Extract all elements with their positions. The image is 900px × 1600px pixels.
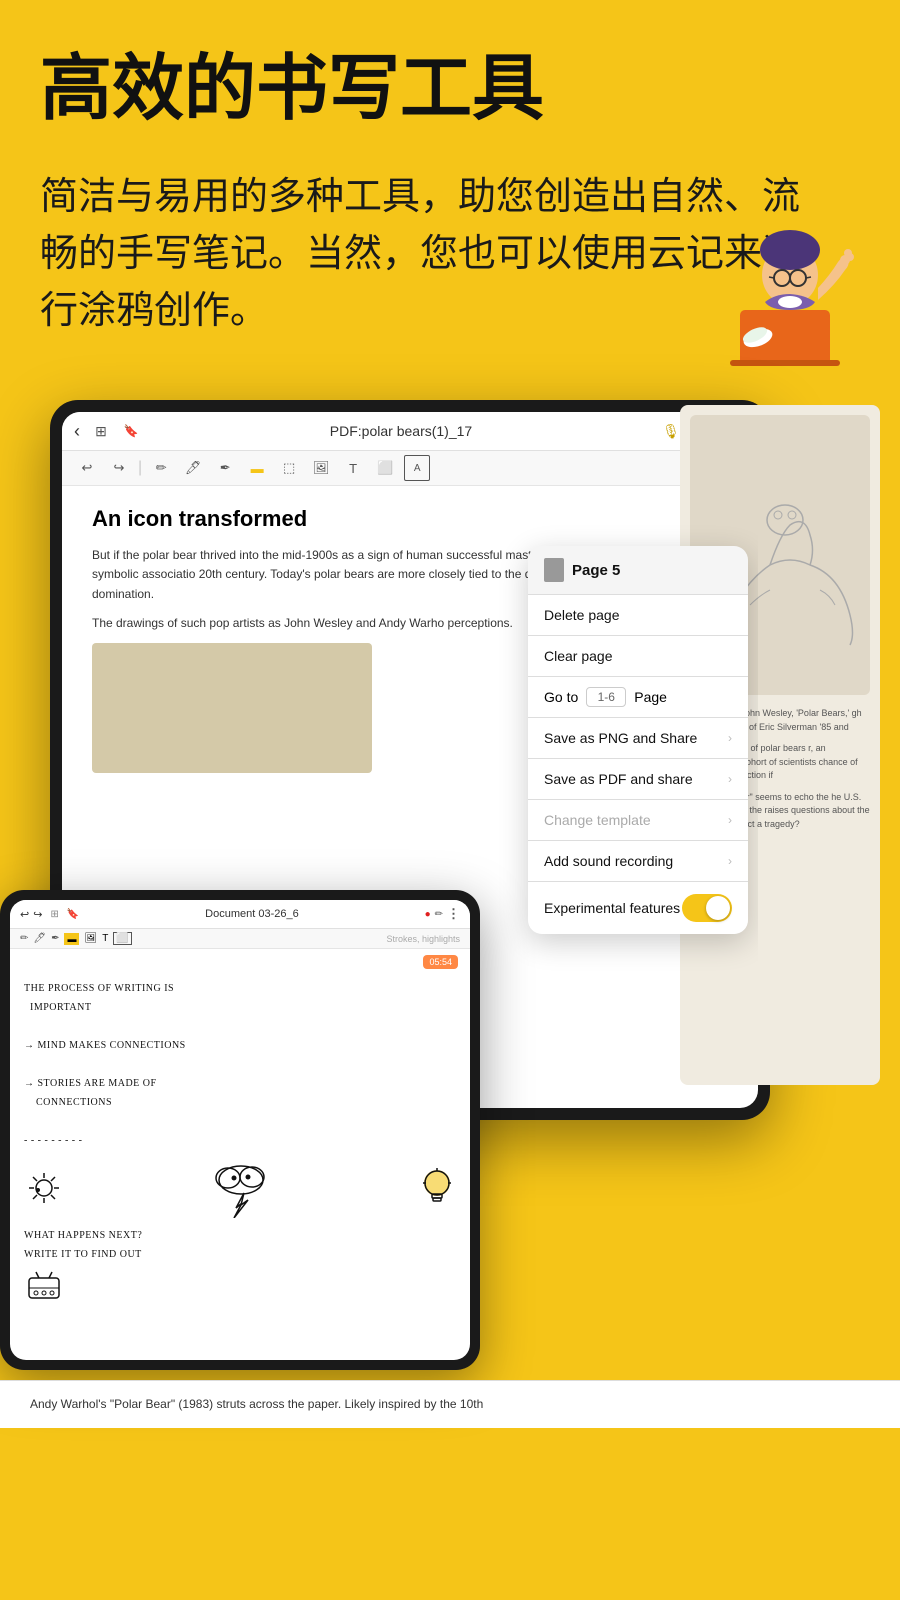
- text-tool[interactable]: T: [340, 455, 366, 481]
- small-pen[interactable]: 🖊: [33, 933, 46, 944]
- experimental-toggle[interactable]: [682, 894, 732, 922]
- change-template-label: Change template: [544, 812, 651, 828]
- article-title: An icon transformed: [92, 506, 728, 532]
- cloud-lightning-doodle: [206, 1158, 276, 1218]
- strokes-label: Strokes, highlights: [386, 934, 460, 944]
- drawing-toolbar: ↩ ↪ | ✏ 🖊 ✒ ▬ ⬚ 🖼 T ⬜ A: [62, 451, 758, 486]
- small-shapes[interactable]: ⬜: [113, 932, 131, 945]
- add-sound-label: Add sound recording: [544, 853, 673, 869]
- document-image: [92, 643, 372, 773]
- context-menu-header: Page 5: [528, 546, 748, 595]
- add-sound-chevron: ›: [728, 854, 732, 868]
- selection-tool[interactable]: ⬚: [276, 455, 302, 481]
- toolbar-left-icons: ⊞ 🔖: [90, 420, 142, 442]
- pencil-tool[interactable]: ✏: [148, 455, 174, 481]
- image-tool[interactable]: 🖼: [308, 455, 334, 481]
- grid-icon[interactable]: ⊞: [90, 420, 112, 442]
- small-back-icon[interactable]: ↩: [20, 908, 29, 921]
- highlighter-tool[interactable]: ▬: [244, 455, 270, 481]
- small-marker[interactable]: ✒: [51, 933, 59, 944]
- experimental-label: Experimental features: [544, 900, 680, 916]
- experimental-features-menu-item[interactable]: Experimental features: [528, 882, 748, 934]
- save-pdf-label: Save as PDF and share: [544, 771, 693, 787]
- bottom-strip: Andy Warhol's "Polar Bear" (1983) struts…: [0, 1380, 900, 1428]
- main-toolbar: ‹ ⊞ 🔖 PDF:polar bears(1)_17 🎙 ✏ ⋮: [62, 412, 758, 451]
- bookmark-icon[interactable]: 🔖: [120, 420, 142, 442]
- textbox-tool[interactable]: A: [404, 455, 430, 481]
- small-tablet: ↩ ↪ ⊞ 🔖 Document 03-26_6 ● ✏ ⋮ ✏ 🖊 ✒ ▬: [0, 890, 480, 1370]
- delete-page-label: Delete page: [544, 607, 620, 623]
- save-pdf-chevron: ›: [728, 772, 732, 786]
- sun-doodle: [24, 1168, 64, 1208]
- small-pencil[interactable]: ✏: [20, 933, 28, 944]
- toggle-knob: [706, 896, 730, 920]
- delete-page-menu-item[interactable]: Delete page: [528, 595, 748, 636]
- tablets-area: ‹ ⊞ 🔖 PDF:polar bears(1)_17 🎙 ✏ ⋮ ↩: [0, 400, 900, 1400]
- save-png-menu-item[interactable]: Save as PNG and Share ›: [528, 718, 748, 759]
- save-png-chevron: ›: [728, 731, 732, 745]
- lightbulb-doodle: [418, 1166, 456, 1211]
- page-icon: [544, 558, 564, 582]
- change-template-menu-item[interactable]: Change template ›: [528, 800, 748, 841]
- character-illustration: [680, 170, 880, 395]
- timer-badge: 05:54: [423, 955, 458, 969]
- small-highlighter[interactable]: ▬: [64, 933, 79, 945]
- mic-icon[interactable]: 🎙: [660, 420, 682, 442]
- context-menu: Page 5 Delete page Clear page Go to: [528, 546, 748, 934]
- goto-input[interactable]: [586, 687, 626, 707]
- add-sound-menu-item[interactable]: Add sound recording ›: [528, 841, 748, 882]
- redo-button[interactable]: ↪: [106, 455, 132, 481]
- clear-page-label: Clear page: [544, 648, 613, 664]
- goto-page-row: Go to Page: [528, 677, 748, 718]
- save-png-label: Save as PNG and Share: [544, 730, 697, 746]
- change-template-chevron: ›: [728, 813, 732, 827]
- shapes-tool[interactable]: ⬜: [372, 455, 398, 481]
- small-redo-icon[interactable]: ↪: [33, 908, 42, 921]
- pen-tool[interactable]: 🖊: [180, 455, 206, 481]
- handwriting-area: The Process of Writing is Important → Mi…: [24, 979, 456, 1310]
- small-toolbar: ↩ ↪ ⊞ 🔖 Document 03-26_6 ● ✏ ⋮: [10, 900, 470, 929]
- small-content: 05:54 The Process of Writing is Importan…: [10, 949, 470, 1360]
- small-image[interactable]: 🖼: [84, 933, 97, 944]
- small-drawing-bar: ✏ 🖊 ✒ ▬ 🖼 T ⬜ Strokes, highlights: [10, 929, 470, 949]
- typewriter-doodle: [24, 1270, 64, 1305]
- doc-title-label[interactable]: PDF:polar bears(1)_17: [148, 423, 654, 439]
- goto-label: Go to: [544, 689, 578, 705]
- back-button[interactable]: ‹: [74, 421, 80, 442]
- small-tablet-screen: ↩ ↪ ⊞ 🔖 Document 03-26_6 ● ✏ ⋮ ✏ 🖊 ✒ ▬: [10, 900, 470, 1360]
- page-label: Page 5: [572, 562, 620, 579]
- save-pdf-menu-item[interactable]: Save as PDF and share ›: [528, 759, 748, 800]
- bottom-text: Andy Warhol's "Polar Bear" (1983) struts…: [30, 1395, 870, 1414]
- clear-page-menu-item[interactable]: Clear page: [528, 636, 748, 677]
- small-doc-title: Document 03-26_6: [83, 908, 420, 920]
- small-textbox[interactable]: T: [102, 933, 108, 944]
- undo-button[interactable]: ↩: [74, 455, 100, 481]
- page-word-label: Page: [634, 689, 667, 705]
- marker-tool[interactable]: ✒: [212, 455, 238, 481]
- main-title: 高效的书写工具: [40, 50, 860, 129]
